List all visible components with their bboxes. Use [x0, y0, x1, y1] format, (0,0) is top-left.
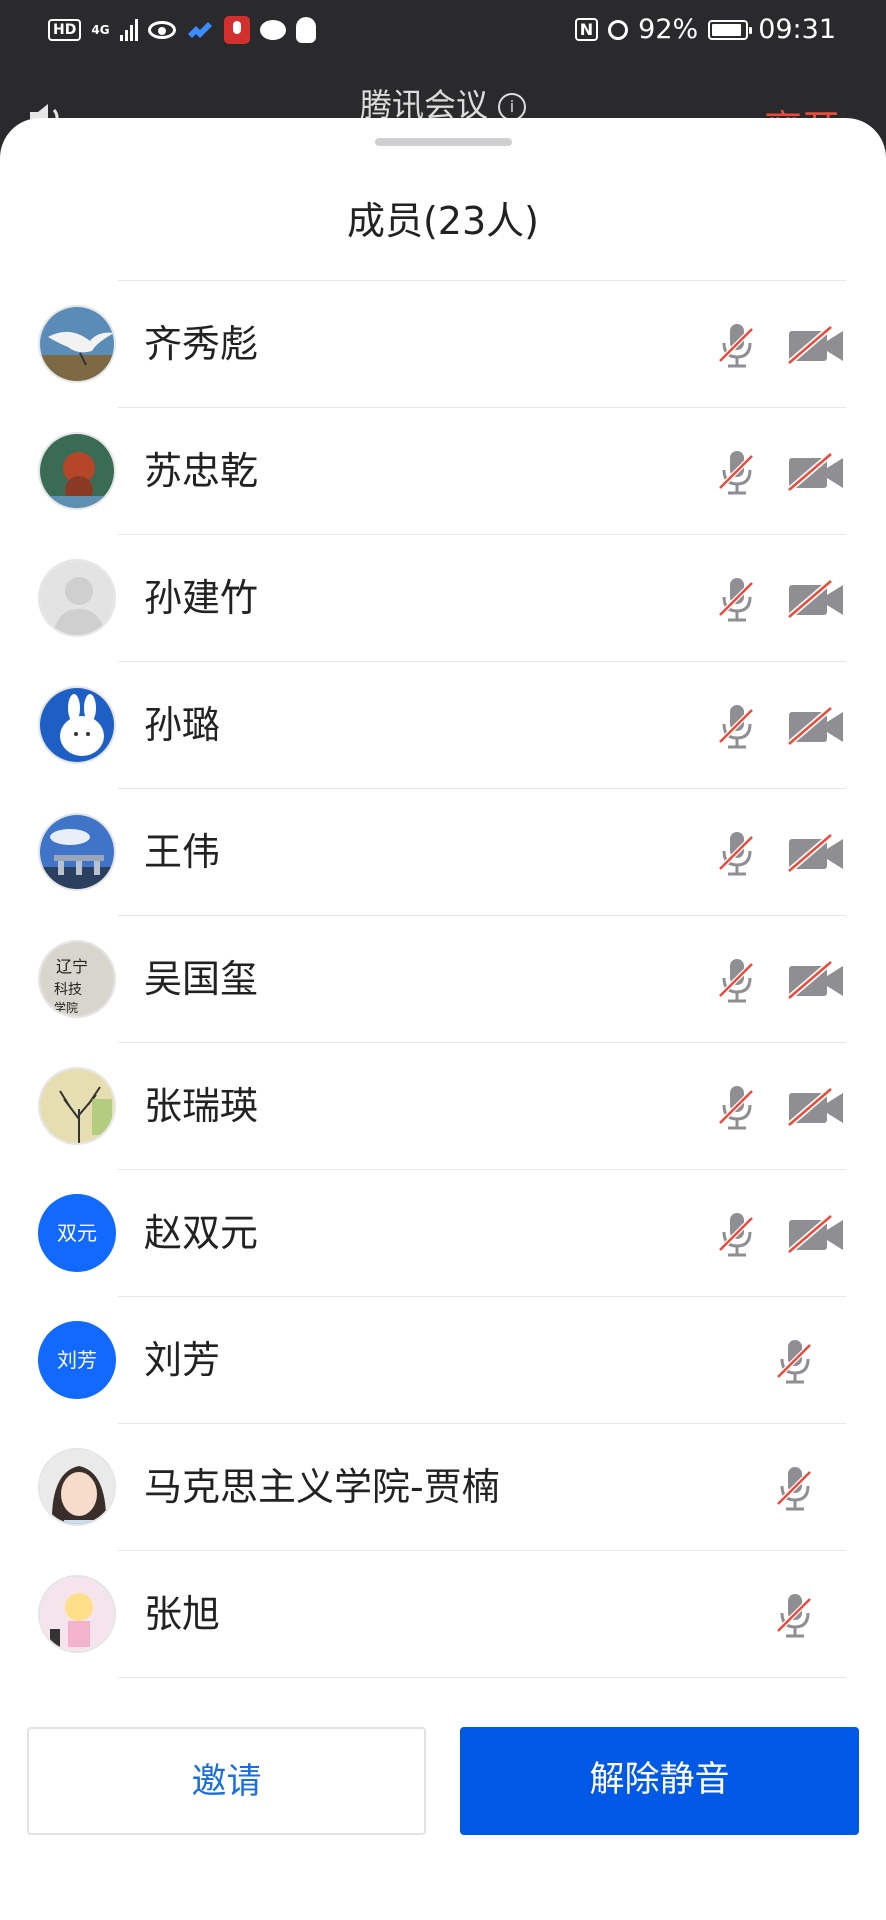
network-type-label: 4G — [91, 23, 110, 37]
kuaiyu-icon — [187, 22, 212, 38]
battery-icon — [708, 19, 753, 40]
mic-muted-icon[interactable] — [717, 1210, 757, 1260]
avatar — [38, 1067, 116, 1145]
member-row[interactable]: 王伟 — [0, 789, 846, 916]
avatar: 刘芳 — [38, 1321, 116, 1399]
recorder-icon — [223, 16, 250, 44]
mic-muted-icon[interactable] — [775, 1337, 815, 1387]
alarm-icon — [608, 19, 629, 40]
battery-percent: 92% — [638, 14, 699, 45]
member-name: 吴国玺 — [144, 957, 259, 1001]
chat-icon — [259, 20, 286, 40]
avatar — [38, 1448, 116, 1526]
mic-muted-icon[interactable] — [717, 1083, 757, 1133]
camera-off-icon[interactable] — [787, 832, 847, 875]
avatar — [38, 1575, 116, 1653]
mic-muted-icon[interactable] — [775, 1464, 815, 1514]
sheet-title: 成员(23人) — [346, 199, 539, 243]
mic-muted-icon[interactable] — [717, 702, 757, 752]
svg-text:学院: 学院 — [54, 1000, 78, 1015]
member-name: 张旭 — [144, 1592, 221, 1636]
member-row[interactable]: 孙建竹 — [0, 535, 846, 662]
list-divider — [118, 1677, 846, 1678]
member-name: 苏忠乾 — [144, 449, 259, 493]
mic-muted-icon[interactable] — [717, 575, 757, 625]
avatar: 双元 — [38, 1194, 116, 1272]
mic-muted-icon[interactable] — [775, 1591, 815, 1641]
avatar-calligraphy-text: 辽宁 — [56, 957, 88, 976]
svg-text:科技: 科技 — [54, 982, 82, 998]
member-row[interactable]: 张瑞瑛 — [0, 1043, 846, 1170]
camera-off-icon[interactable] — [787, 578, 847, 621]
members-sheet: 成员(23人) 齐秀彪 苏忠乾 孙建竹 孙璐 王伟 辽宁 科技 学院 吴国玺 张瑞瑛 双元 赵双元 刘芳… — [0, 118, 886, 1920]
unmute-button[interactable]: 解除静音 — [460, 1727, 859, 1835]
avatar — [38, 559, 116, 637]
member-row[interactable]: 张旭 — [0, 1551, 846, 1678]
info-icon[interactable]: i — [498, 93, 526, 121]
camera-off-icon[interactable] — [787, 451, 847, 494]
member-row[interactable]: 苏忠乾 — [0, 408, 846, 535]
camera-off-icon[interactable] — [787, 1086, 847, 1129]
member-name: 齐秀彪 — [144, 322, 259, 366]
member-name: 孙建竹 — [144, 576, 259, 620]
camera-off-icon[interactable] — [787, 324, 847, 367]
member-name: 刘芳 — [144, 1338, 221, 1382]
member-name: 张瑞瑛 — [144, 1084, 259, 1128]
avatar — [38, 305, 116, 383]
hd-icon: HD — [48, 19, 82, 41]
member-row[interactable]: 双元 赵双元 — [0, 1170, 846, 1297]
member-list: 齐秀彪 苏忠乾 孙建竹 孙璐 王伟 辽宁 科技 学院 吴国玺 张瑞瑛 双元 赵双元 刘芳 刘芳 马克思主义学… — [0, 280, 886, 1678]
signal-icon — [119, 19, 138, 41]
member-name: 孙璐 — [144, 703, 221, 747]
qq-icon — [295, 17, 316, 43]
member-name: 赵双元 — [144, 1211, 259, 1255]
member-row[interactable]: 辽宁 科技 学院 吴国玺 — [0, 916, 846, 1043]
nfc-icon: N — [574, 18, 599, 41]
sheet-drag-handle[interactable] — [375, 138, 512, 146]
camera-off-icon[interactable] — [787, 705, 847, 748]
avatar: 辽宁 科技 学院 — [38, 940, 116, 1018]
camera-off-icon[interactable] — [787, 959, 847, 1002]
avatar — [38, 686, 116, 764]
eye-icon — [147, 21, 176, 39]
member-row[interactable]: 孙璐 — [0, 662, 846, 789]
avatar — [38, 432, 116, 510]
member-name: 马克思主义学院-贾楠 — [144, 1465, 500, 1509]
mic-muted-icon[interactable] — [717, 321, 757, 371]
mic-muted-icon[interactable] — [717, 829, 757, 879]
camera-off-icon[interactable] — [787, 1213, 847, 1256]
avatar — [38, 813, 116, 891]
member-row[interactable]: 马克思主义学院-贾楠 — [0, 1424, 846, 1551]
meeting-header: 腾讯会议i 离开 — [0, 66, 886, 151]
status-bar: HD 4G N 92% 09:31 — [0, 0, 886, 66]
mic-muted-icon[interactable] — [717, 448, 757, 498]
member-row[interactable]: 刘芳 刘芳 — [0, 1297, 846, 1424]
member-row[interactable]: 齐秀彪 — [0, 281, 846, 408]
mic-muted-icon[interactable] — [717, 956, 757, 1006]
invite-button[interactable]: 邀请 — [27, 1727, 426, 1835]
member-name: 王伟 — [144, 830, 221, 874]
clock: 09:31 — [758, 14, 836, 45]
